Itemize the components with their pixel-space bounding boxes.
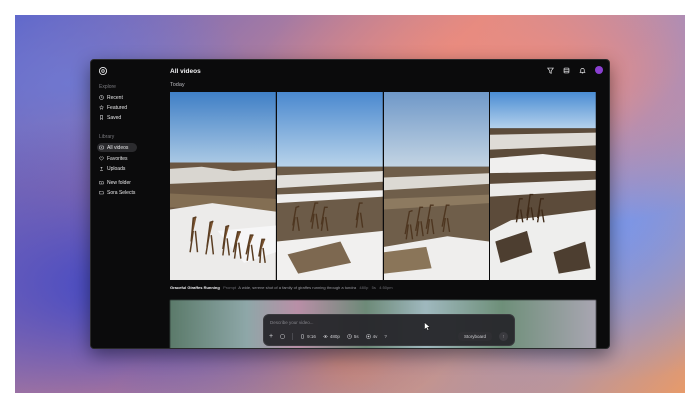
preset-icon[interactable] xyxy=(280,334,285,339)
video-thumbnail[interactable] xyxy=(276,92,383,280)
sidebar-item-featured[interactable]: Featured xyxy=(97,103,137,112)
storyboard-button[interactable]: Storyboard xyxy=(457,332,492,341)
library-section-label: Library xyxy=(99,134,115,140)
clock-icon xyxy=(99,95,104,100)
variations-button[interactable]: 4v xyxy=(366,334,378,339)
variations-value: 4v xyxy=(372,334,378,339)
bookmark-icon xyxy=(100,115,103,120)
star-icon xyxy=(99,105,104,110)
main-content: All videos Today Graceful Giraffes Runni… xyxy=(165,60,609,348)
aspect-ratio-icon xyxy=(301,334,304,339)
clock-icon xyxy=(347,334,352,339)
library-icon xyxy=(99,145,104,150)
sidebar-item-label: New folder xyxy=(107,179,131,186)
sidebar-item-uploads[interactable]: Uploads xyxy=(97,164,137,173)
help-icon[interactable]: ? xyxy=(384,334,387,339)
duration-label: 5s xyxy=(371,285,376,290)
quality-button[interactable]: 480p xyxy=(323,334,340,339)
sidebar: Explore Recent Featured Saved Library Al… xyxy=(91,60,165,348)
section-label-today: Today xyxy=(170,82,185,88)
prompt-input[interactable]: Describe your video... xyxy=(270,320,314,325)
sidebar-item-label: Recent xyxy=(107,94,123,101)
composer-controls: + 9:16 480p 5s 4v ? xyxy=(269,333,387,340)
add-icon[interactable]: + xyxy=(269,333,273,340)
heart-icon xyxy=(99,156,104,161)
header-actions xyxy=(547,66,603,74)
sidebar-item-label: Uploads xyxy=(107,165,126,172)
app-logo-icon[interactable] xyxy=(98,66,108,76)
sidebar-item-recent[interactable]: Recent xyxy=(97,93,137,102)
sidebar-item-label: All videos xyxy=(107,144,129,151)
sidebar-item-label: Sora Selects xyxy=(107,189,136,196)
sidebar-item-new-folder[interactable]: New folder xyxy=(97,178,137,187)
bell-icon[interactable] xyxy=(579,67,586,74)
video-thumbnail[interactable] xyxy=(170,92,276,280)
avatar[interactable] xyxy=(595,66,603,74)
video-thumbnail[interactable] xyxy=(490,92,596,280)
sidebar-item-label: Saved xyxy=(107,114,122,121)
folder-icon xyxy=(99,191,104,195)
filter-icon[interactable] xyxy=(547,67,554,74)
quality-label: 480p xyxy=(329,334,340,339)
submit-arrow-icon[interactable]: ↑ xyxy=(499,332,508,341)
prompt-tag: Prompt xyxy=(223,285,237,290)
upload-icon xyxy=(100,166,103,171)
layers-icon[interactable] xyxy=(563,67,570,74)
timestamp-label: 4:50pm xyxy=(379,285,393,290)
sidebar-item-all-videos[interactable]: All videos xyxy=(97,143,137,152)
aspect-ratio-button[interactable]: 9:16 xyxy=(300,334,316,339)
divider xyxy=(292,333,294,340)
resolution-label: 480p xyxy=(359,285,369,290)
sidebar-item-favorites[interactable]: Favorites xyxy=(97,154,137,163)
video-caption: Graceful Giraffes Running Prompt A wide,… xyxy=(170,285,393,290)
explore-section-label: Explore xyxy=(99,84,116,90)
aspect-ratio-label: 9:16 xyxy=(307,334,316,339)
duration-value: 5s xyxy=(353,334,359,339)
sidebar-item-saved[interactable]: Saved xyxy=(97,113,137,122)
mouse-cursor-icon xyxy=(424,322,431,331)
variations-icon xyxy=(366,334,371,339)
video-grid xyxy=(170,92,596,280)
app-window: Explore Recent Featured Saved Library Al… xyxy=(90,59,610,349)
video-title[interactable]: Graceful Giraffes Running xyxy=(170,285,220,290)
duration-button[interactable]: 5s xyxy=(347,334,359,339)
folder-plus-icon xyxy=(99,181,104,185)
video-thumbnail[interactable] xyxy=(383,92,490,280)
page-title: All videos xyxy=(170,68,201,75)
prompt-text: A wide, serene shot of a family of giraf… xyxy=(238,285,357,290)
quality-icon xyxy=(323,335,328,338)
prompt-composer: Describe your video... + 9:16 480p 5s 4v… xyxy=(263,314,515,346)
sidebar-item-label: Featured xyxy=(107,104,128,111)
sidebar-item-sora-selects[interactable]: Sora Selects xyxy=(97,188,147,197)
sidebar-item-label: Favorites xyxy=(107,155,128,162)
